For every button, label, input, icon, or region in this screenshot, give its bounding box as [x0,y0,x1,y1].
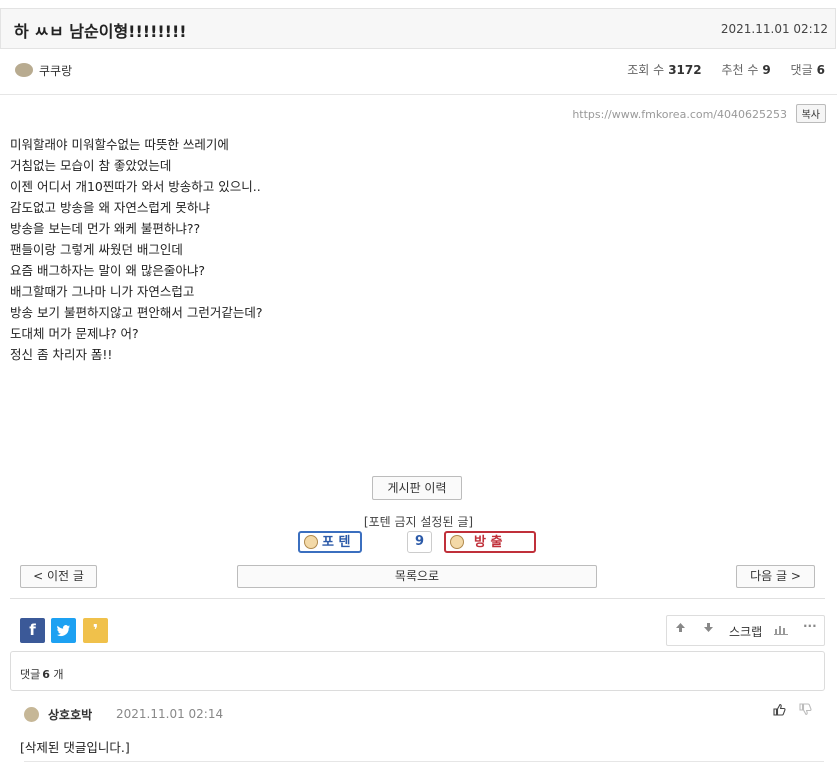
body-line: 거침없는 모습이 참 좋았었는데 [10,158,172,173]
scrap-button[interactable]: 스크랩 [729,623,762,640]
body-line: 요즘 배그하자는 말이 왜 많은줄아냐? [10,263,206,278]
comment-text: [삭제된 댓글입니다.] [20,740,130,755]
post-date: 2021.11.01 02:12 [720,22,828,36]
body-line: 배그할때가 그나마 니가 자연스럽고 [10,284,195,299]
comments-count: 6 [816,63,825,77]
comment-divider [24,761,824,762]
comments-label: 댓글 [790,63,813,77]
twitter-bird-icon [56,625,70,637]
twitter-share-icon[interactable] [51,618,76,643]
vote-up-button[interactable]: 포 텐 [298,531,362,553]
views-label: 조회 수 [627,63,665,77]
body-line: 방송을 보는데 먼가 왜케 불편하냐?? [10,221,201,236]
post-stats: 조회 수 3172 추천 수9 댓글 6 [627,61,825,78]
arrow-up-icon[interactable] [674,621,687,637]
comment-avatar [24,707,39,722]
kakao-share-icon[interactable]: ❜ [83,618,108,643]
body-line: 정신 좀 차리자 폼!! [10,347,113,362]
author-avatar [15,63,33,77]
comments-header-label: 댓글 [20,668,41,681]
list-button[interactable]: 목록으로 [237,565,597,588]
thumbs-up-icon[interactable] [773,703,786,720]
vote-down-button[interactable]: 방 출 [444,531,536,553]
more-icon[interactable]: ··· [803,619,817,633]
next-post-button[interactable]: 다음 글 > [736,565,815,588]
post-title: 하 ㅆㅂ 남순이형!!!!!!!! [14,22,187,41]
body-line: 팬들이랑 그렇게 싸웠던 배그인데 [10,242,183,257]
comment-date: 2021.11.01 02:14 [116,707,224,721]
vote-up-label: 포 텐 [322,535,351,550]
comment-author[interactable]: 상호호박 [48,706,92,723]
vote-down-label: 방 출 [474,535,503,550]
comments-header [10,651,825,691]
recommend-count: 9 [762,63,771,77]
divider [10,598,825,599]
comments-count-label: 댓글 6 개 [20,666,64,682]
chart-icon[interactable] [774,623,788,638]
vote-count: 9 [407,531,432,553]
arrow-down-icon[interactable] [702,621,715,637]
comments-header-unit: 개 [53,668,64,681]
body-line: 감도없고 방송을 왜 자연스럽게 못하냐 [10,200,210,215]
copy-url-button[interactable]: 복사 [795,104,826,123]
board-history-button[interactable]: 게시판 이력 [372,476,462,500]
post-url[interactable]: https://www.fmkorea.com/4040625253 [572,108,787,121]
post-body: 미워할래야 미워할수없는 따뜻한 쓰레기에 거침없는 모습이 참 좋았었는데 이… [10,134,263,365]
prev-post-button[interactable]: < 이전 글 [20,565,97,588]
body-line: 도대체 머가 문제냐? 어? [10,326,139,341]
recommend-label: 추천 수 [721,63,759,77]
thumbs-down-icon[interactable] [799,703,812,720]
comments-header-count: 6 [42,668,50,681]
body-line: 방송 보기 불편하지않고 편안해서 그런거같는데? [10,305,263,320]
body-line: 미워할래야 미워할수없는 따뜻한 쓰레기에 [10,137,229,152]
facebook-share-icon[interactable]: f [20,618,45,643]
face-icon [304,534,318,549]
potential-ban-label: [포텐 금지 설정된 글] [363,515,474,529]
face-icon [450,534,464,549]
post-author[interactable]: 쿠쿠랑 [39,62,72,79]
body-line: 이젠 어디서 개10찐따가 와서 방송하고 있으니.. [10,179,261,194]
views-count: 3172 [668,63,702,77]
